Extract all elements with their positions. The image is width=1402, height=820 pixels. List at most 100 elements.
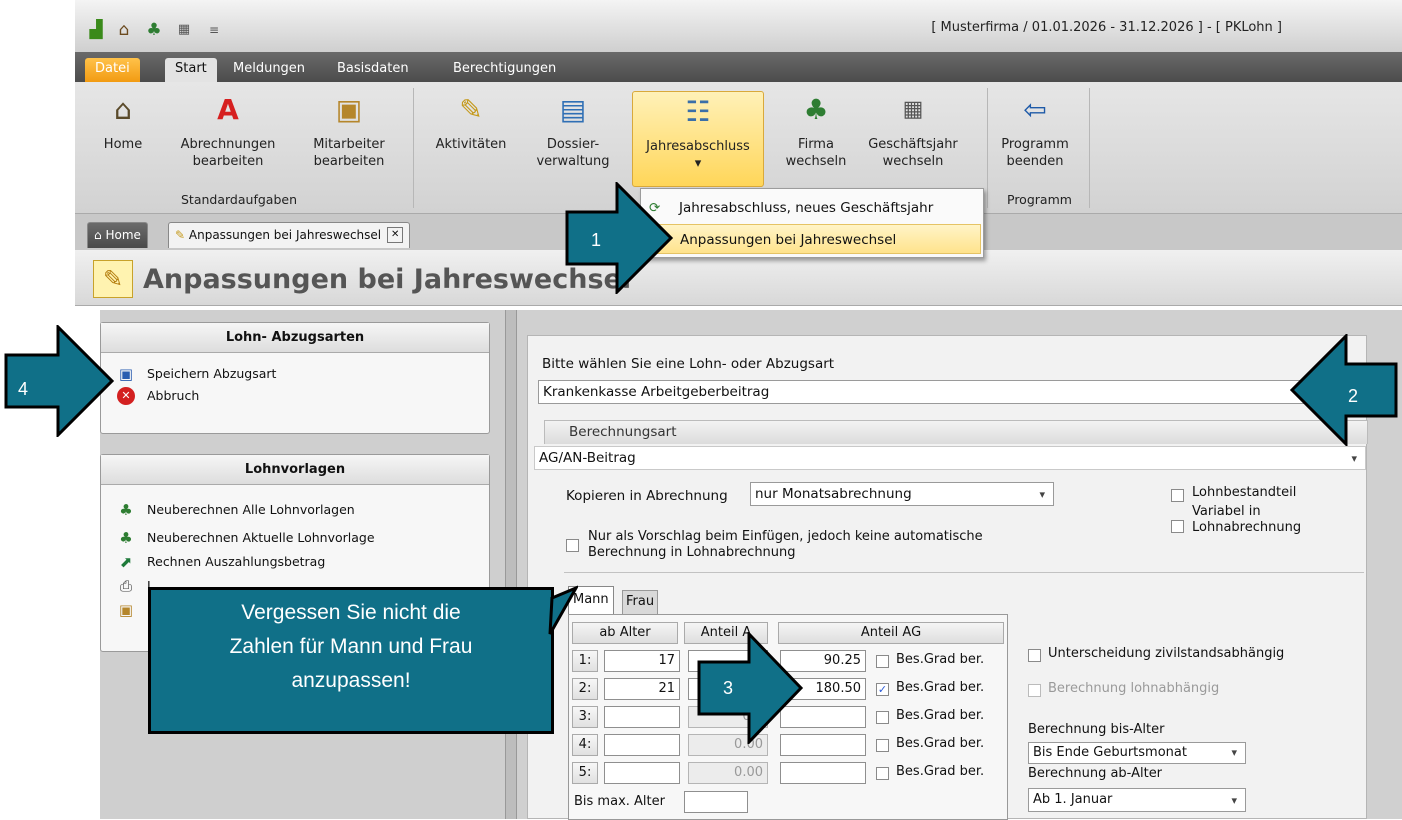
ab-alter-input[interactable] (604, 706, 680, 728)
row-label: 4: (572, 734, 598, 756)
abrechnungen-bearbeiten-button[interactable]: A Abrechnungen bearbeiten (173, 90, 283, 170)
box-title: Lohnvorlagen (101, 455, 489, 485)
annotation-arrow-4: 4 (4, 325, 115, 437)
save-icon: ▣ (118, 365, 134, 383)
calendar-icon[interactable]: ▦ (173, 20, 195, 40)
arrow-up-icon: ⬈ (119, 553, 133, 571)
printer-icon: ⎙ (119, 577, 132, 595)
annotation-number-1: 1 (591, 230, 601, 250)
variabel-checkbox[interactable] (1171, 520, 1184, 533)
tab-meldungen[interactable]: Meldungen (223, 58, 315, 82)
kopieren-select[interactable]: nur Monatsabrechnung ▾ (750, 482, 1054, 506)
house-icon: ⌂ (114, 93, 132, 126)
close-icon[interactable]: ✕ (387, 227, 404, 243)
variabel-label: Variabel in Lohnabrechnung (1192, 504, 1302, 535)
neuberechnen-aktuelle-link[interactable]: ♣ Neuberechnen Aktuelle Lohnvorlage (101, 527, 489, 549)
annotation-arrow-2: 2 (1289, 334, 1398, 446)
berechnungsart-header: Berechnungsart (544, 420, 1368, 444)
berechnungsart-select[interactable]: AG/AN-Beitrag ▾ (534, 446, 1366, 470)
bes-grad-checkbox[interactable] (876, 655, 889, 668)
chevron-down-icon: ▾ (1351, 452, 1357, 465)
programm-beenden-button[interactable]: ⇦ Programm beenden (995, 90, 1075, 170)
users-icon: ♣ (119, 529, 133, 547)
lohn-abzugsarten-box: Lohn- Abzugsarten ▣ Speichern Abzugsart … (100, 322, 490, 434)
jahresabschluss-menu: ⟳ Jahresabschluss, neues Geschäftsjahr A… (640, 188, 984, 258)
group-separator (413, 88, 414, 208)
ab-alter-input[interactable]: 17 (604, 650, 680, 672)
speichern-abzugsart-link[interactable]: ▣ Speichern Abzugsart (101, 363, 489, 385)
bes-grad-checkbox[interactable] (876, 711, 889, 724)
divider (564, 572, 1364, 573)
employee-card-icon: ▣ (118, 601, 134, 619)
ab-alter-select[interactable]: Ab 1. Januar ▾ (1028, 788, 1246, 812)
tree-icon: ☷ (685, 95, 711, 128)
bes-grad-checkbox[interactable] (876, 767, 889, 780)
notepad-icon: ✎ (175, 228, 186, 242)
bes-grad-checkbox[interactable]: ✓ (876, 683, 889, 696)
row-label: 5: (572, 762, 598, 784)
edit-document-icon: A (217, 93, 239, 126)
lohnbestandteil-checkbox[interactable] (1171, 489, 1184, 502)
group-label-programm: Programm (1007, 192, 1072, 207)
annotation-number-4: 4 (18, 379, 28, 399)
left-task-pane: Lohn- Abzugsarten ▣ Speichern Abzugsart … (100, 310, 505, 819)
group-separator (1089, 88, 1090, 208)
annotation-arrow-1: 1 (565, 182, 674, 294)
anteil-an-input[interactable]: 0.00 (688, 762, 768, 784)
annotation-arrow-3: 3 (697, 632, 804, 744)
ab-alter-input[interactable] (604, 762, 680, 784)
chevron-down-icon: ▾ (694, 156, 702, 171)
tab-start[interactable]: Start (165, 58, 217, 82)
home-button[interactable]: ⌂ Home (93, 90, 153, 153)
neuberechnen-alle-link[interactable]: ♣ Neuberechnen Alle Lohnvorlagen (101, 499, 489, 521)
abbruch-link[interactable]: ✕ Abbruch (101, 385, 489, 407)
notepad-icon: ✎ (93, 260, 133, 298)
bes-grad-checkbox[interactable] (876, 739, 889, 752)
ab-alter-input[interactable]: 21 (604, 678, 680, 700)
jahresabschluss-button[interactable]: ☷ Jahresabschluss ▾ (632, 91, 764, 187)
doc-tab-anpassungen[interactable]: ✎ Anpassungen bei Jahreswechsel ✕ (168, 222, 411, 248)
form-panel: Bitte wählen Sie eine Lohn- oder Abzugsa… (527, 335, 1368, 820)
menu-item-anpassungen-jahreswechsel[interactable]: Anpassungen bei Jahreswechsel (643, 224, 981, 254)
employee-card-icon: ▣ (335, 93, 363, 126)
tab-frau[interactable]: Frau (622, 590, 659, 614)
chevron-down-icon: ▾ (1231, 746, 1237, 759)
box-title: Lohn- Abzugsarten (101, 323, 489, 353)
dossier-verwaltung-button[interactable]: ▤ Dossier- verwaltung (529, 90, 617, 170)
bis-alter-select[interactable]: Bis Ende Geburtsmonat ▾ (1028, 742, 1246, 764)
page-title: Anpassungen bei Jahreswechsel (143, 264, 632, 295)
tab-basisdaten[interactable]: Basisdaten (327, 58, 419, 82)
home-icon[interactable]: ⌂ (113, 20, 135, 40)
lohnart-select[interactable]: Krankenkasse Arbeitgeberbeitrag (538, 380, 1358, 404)
users-icon[interactable]: ♣ (143, 20, 165, 40)
col-header-anteil-ag: Anteil AG (778, 622, 1004, 644)
bis-alter-label: Berechnung bis-Alter (1028, 722, 1165, 737)
unterscheidung-checkbox[interactable] (1028, 649, 1041, 662)
col-header-ab-alter: ab Alter (572, 622, 678, 644)
geschaeftsjahr-wechseln-button[interactable]: ▦ Geschäftsjahr wechseln (865, 90, 961, 170)
menu-item-neues-geschaeftsjahr[interactable]: ⟳ Jahresabschluss, neues Geschäftsjahr (643, 193, 981, 223)
annotation-number-3: 3 (723, 678, 733, 698)
window-title: [ Musterfirma / 01.01.2026 - 31.12.2026 … (931, 20, 1282, 35)
notepad-icon: ✎ (459, 93, 483, 126)
splitter[interactable] (505, 310, 517, 819)
vorschlag-checkbox[interactable] (566, 539, 579, 552)
anteil-ag-input[interactable] (780, 762, 866, 784)
ab-alter-label: Berechnung ab-Alter (1028, 766, 1163, 781)
title-bar: ▟ ⌂ ♣ ▦ ≡ [ Musterfirma / 01.01.2026 - 3… (75, 0, 1402, 52)
prompt-label: Bitte wählen Sie eine Lohn- oder Abzugsa… (542, 356, 835, 372)
aktivitaeten-button[interactable]: ✎ Aktivitäten (427, 90, 515, 153)
ab-alter-input[interactable] (604, 734, 680, 756)
document-home-icon: ▤ (559, 93, 587, 126)
rechnen-auszahlungsbetrag-link[interactable]: ⬈ Rechnen Auszahlungsbetrag (101, 551, 489, 573)
lohnabhaengig-checkbox[interactable] (1028, 684, 1041, 697)
customize-dropdown-icon[interactable]: ≡ (203, 20, 225, 40)
mitarbeiter-bearbeiten-button[interactable]: ▣ Mitarbeiter bearbeiten (305, 90, 393, 170)
tab-datei[interactable]: Datei (85, 58, 140, 82)
chart-icon[interactable]: ▟ (85, 20, 107, 40)
kopieren-label: Kopieren in Abrechnung (566, 488, 728, 504)
doc-tab-home[interactable]: ⌂ Home (87, 222, 148, 248)
bis-max-alter-input[interactable] (684, 791, 748, 813)
firma-wechseln-button[interactable]: ♣ Firma wechseln (781, 90, 851, 170)
tab-berechtigungen[interactable]: Berechtigungen (443, 58, 566, 82)
